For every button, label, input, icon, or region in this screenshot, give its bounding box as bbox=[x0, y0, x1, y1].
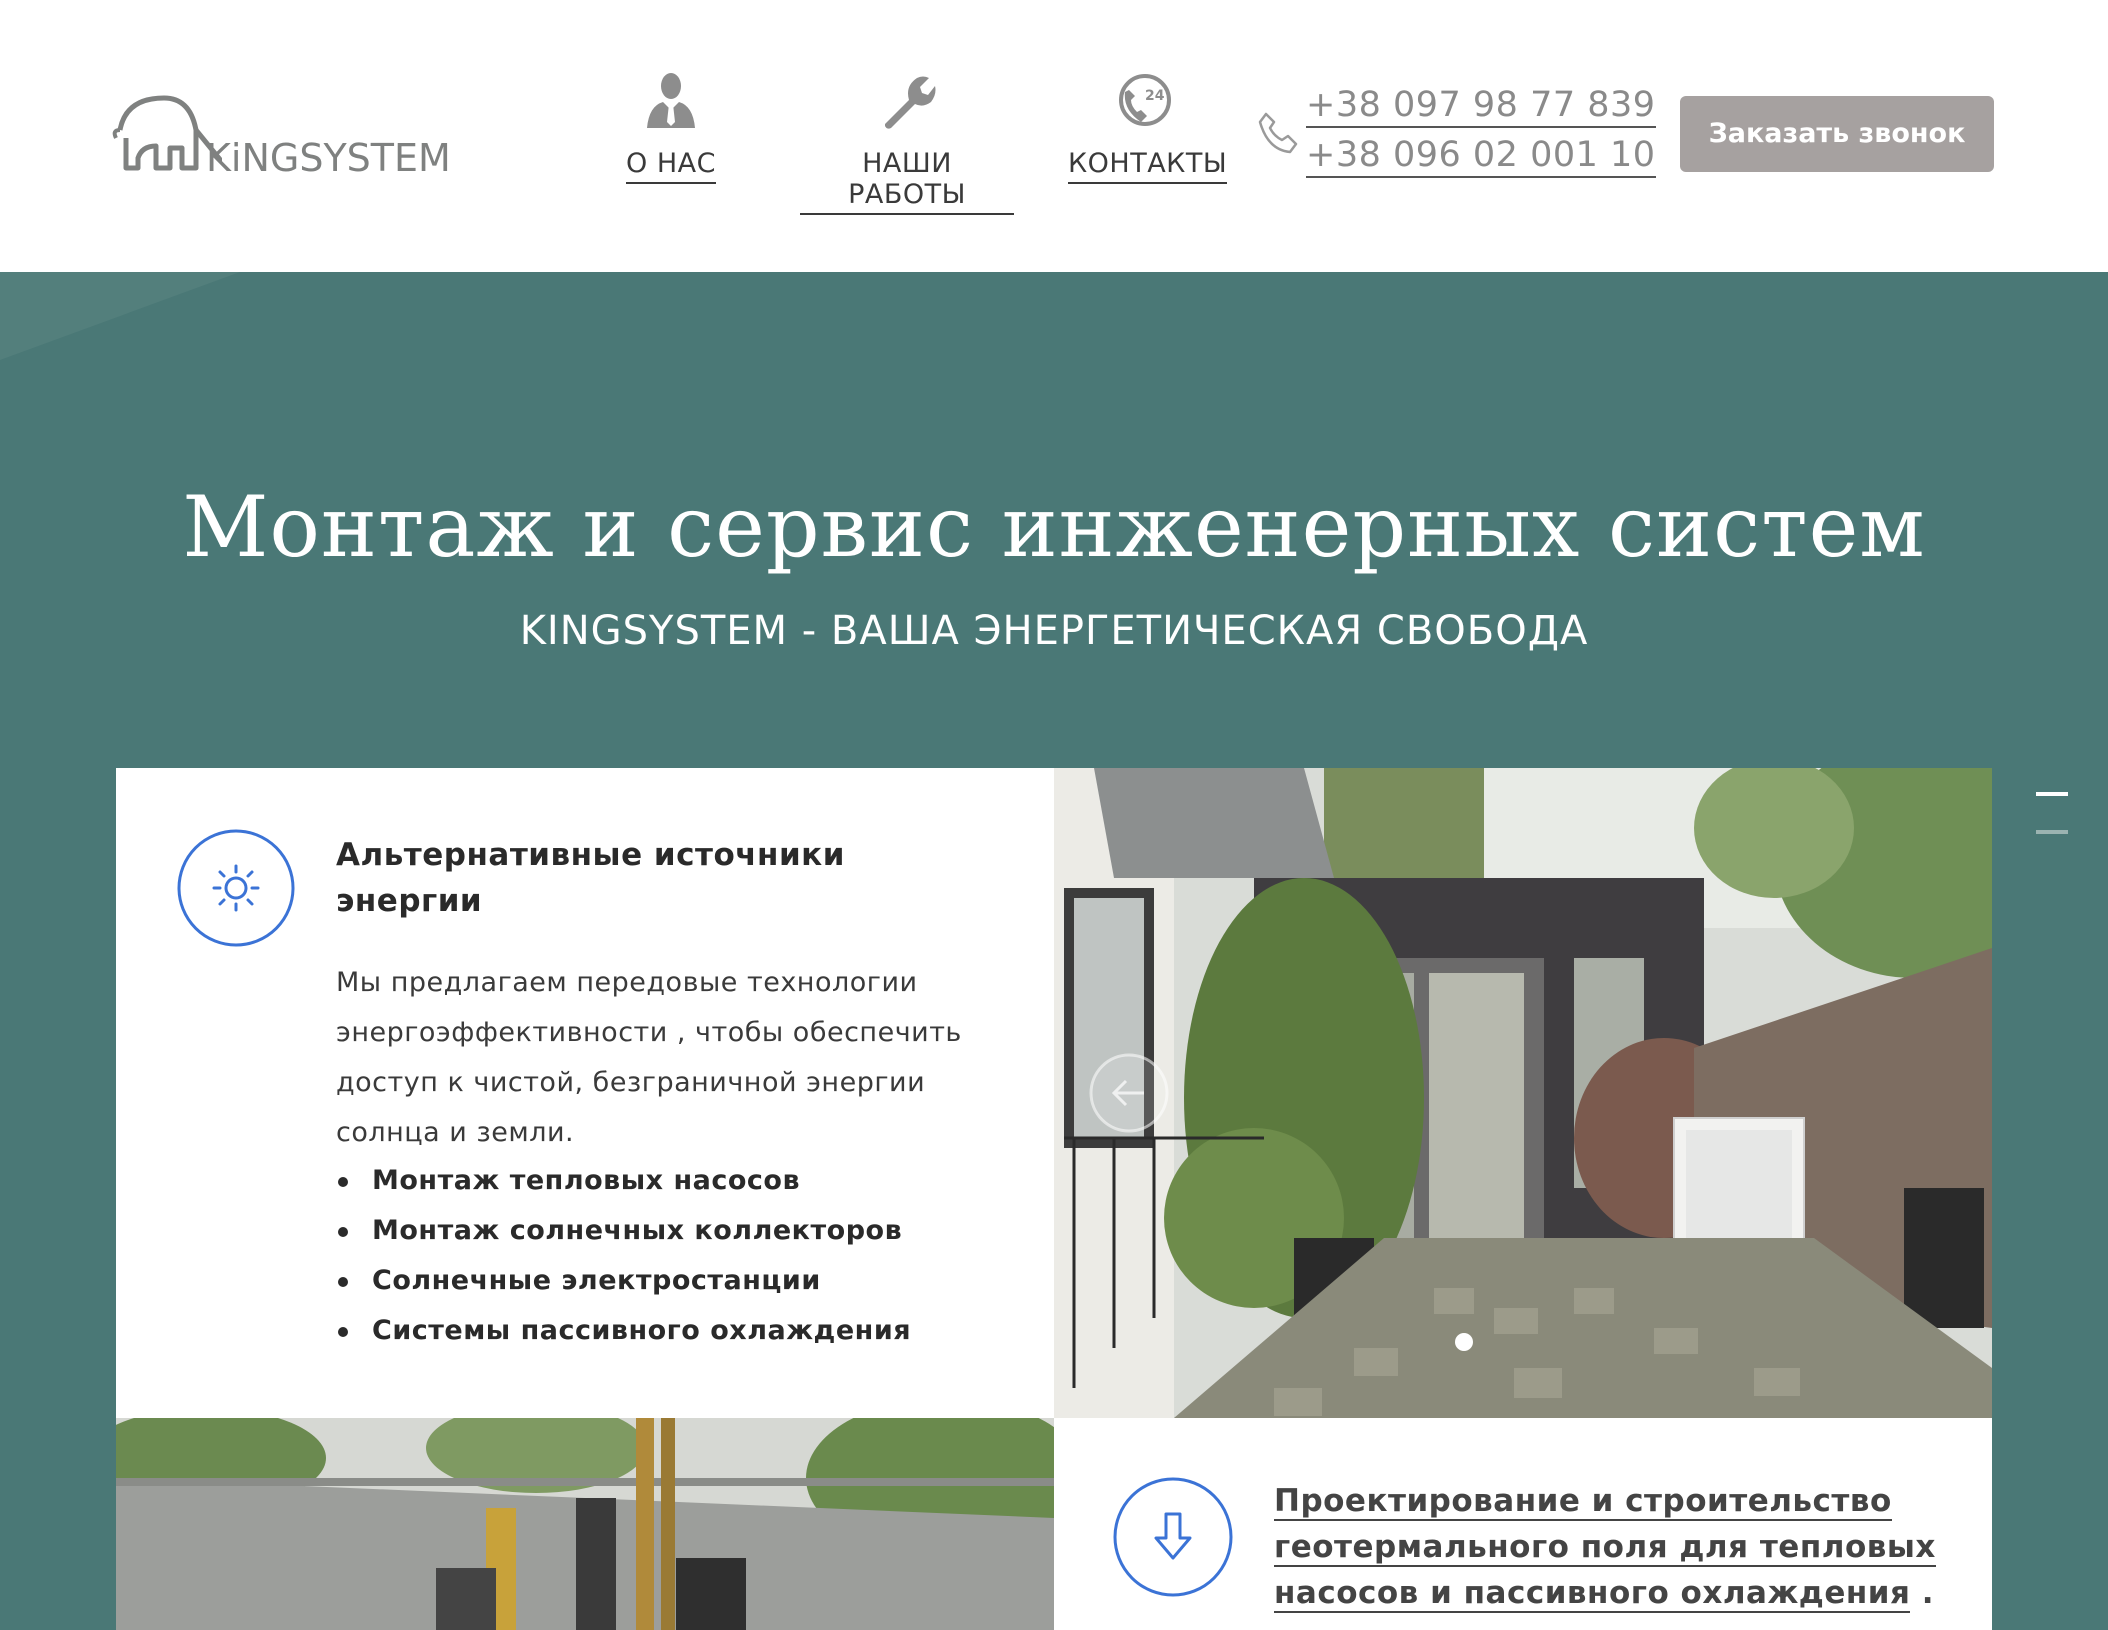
card-title-suffix: . bbox=[1910, 1575, 1934, 1611]
card-title-text[interactable]: Проектирование и строительство геотермал… bbox=[1274, 1483, 1936, 1613]
hero-section: Монтаж и сервис инженерных систем KINGSY… bbox=[0, 272, 2108, 1630]
courtyard-heat-pump-photo bbox=[1054, 768, 1992, 1418]
hero-corner-decoration bbox=[0, 272, 240, 360]
service-card-geothermal: Проектирование и строительство геотермал… bbox=[1054, 1418, 1992, 1630]
section-pagination bbox=[2036, 792, 2068, 868]
phone-link-1[interactable]: +38 097 98 77 839 bbox=[1306, 84, 1656, 128]
site-header: KiNGSYSTEM О НАС НАШИ РАБОТЫ 24 КОНТАКТЫ… bbox=[0, 0, 2108, 272]
slider-dot-active[interactable] bbox=[1455, 1333, 1473, 1351]
card-description: Мы предлагаем передовые технологии энерг… bbox=[336, 967, 962, 1148]
list-item: Системы пассивного охлаждения bbox=[336, 1306, 911, 1356]
order-call-button[interactable]: Заказать звонок bbox=[1680, 96, 1994, 172]
nav-label-contacts: КОНТАКТЫ bbox=[1068, 148, 1228, 184]
nav-item-about[interactable]: О НАС bbox=[616, 70, 726, 184]
logo-text: KiNGSYSTEM bbox=[206, 136, 451, 180]
person-tie-icon bbox=[647, 73, 695, 128]
list-item: Солнечные электростанции bbox=[336, 1256, 911, 1306]
svg-text:24: 24 bbox=[1145, 88, 1165, 104]
hero-title: Монтаж и сервис инженерных систем bbox=[182, 478, 1926, 576]
nav-item-works[interactable]: НАШИ РАБОТЫ bbox=[800, 70, 1014, 215]
phone-24-icon: 24 bbox=[1119, 74, 1171, 126]
nav-label-works: НАШИ РАБОТЫ bbox=[800, 148, 1014, 215]
nav-item-contacts[interactable]: 24 КОНТАКТЫ bbox=[1068, 70, 1228, 184]
card-title-link[interactable]: Проектирование и строительство геотермал… bbox=[1274, 1478, 1954, 1616]
sun-icon bbox=[177, 829, 295, 947]
drilling-rig-photo bbox=[116, 1418, 1054, 1630]
section-dot[interactable] bbox=[2036, 830, 2068, 834]
arrow-down-icon bbox=[1113, 1477, 1233, 1597]
service-list: Монтаж тепловых насосов Монтаж солнечных… bbox=[336, 1156, 911, 1356]
list-item: Монтаж тепловых насосов bbox=[336, 1156, 911, 1206]
phone-handset-icon bbox=[1258, 112, 1298, 154]
list-item: Монтаж солнечных коллекторов bbox=[336, 1206, 911, 1256]
service-card-energy: Альтернативные источники энергии Мы пред… bbox=[116, 768, 1054, 1418]
slider-prev-arrow[interactable] bbox=[1089, 1053, 1169, 1133]
card-title: Альтернативные источники энергии bbox=[336, 837, 845, 919]
section-dot-active[interactable] bbox=[2036, 792, 2068, 796]
logo[interactable]: KiNGSYSTEM bbox=[112, 90, 472, 180]
nav-label-about: О НАС bbox=[626, 148, 716, 184]
hero-subtitle: KINGSYSTEM - ВАША ЭНЕРГЕТИЧЕСКАЯ СВОБОДА bbox=[519, 608, 1589, 654]
photo-slide bbox=[1054, 768, 1992, 1418]
photo-drilling bbox=[116, 1418, 1054, 1630]
wrench-icon bbox=[885, 76, 936, 129]
phone-link-2[interactable]: +38 096 02 001 10 bbox=[1306, 134, 1656, 178]
